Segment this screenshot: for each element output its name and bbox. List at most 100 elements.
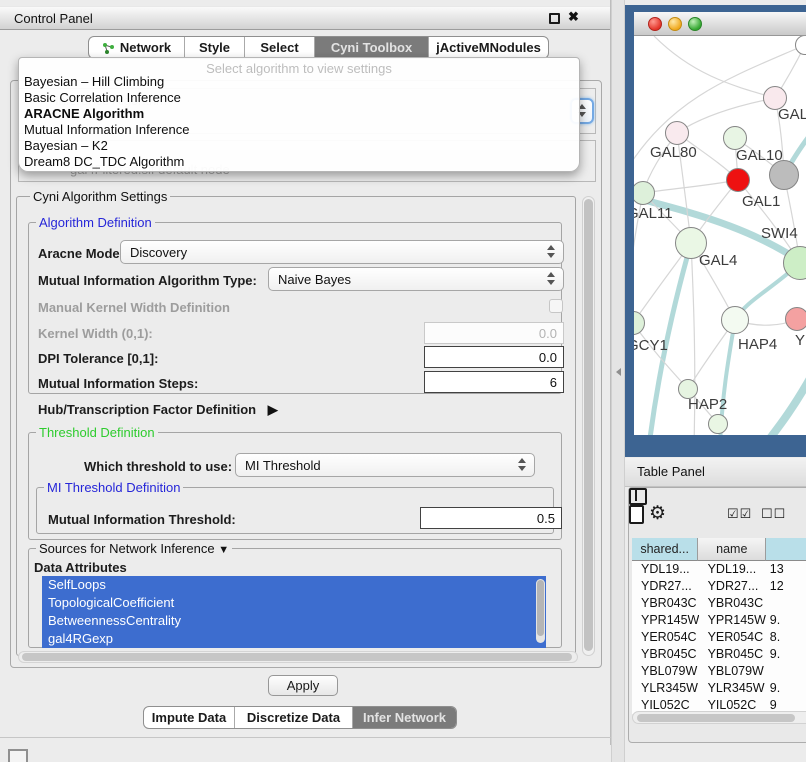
algorithm-dropdown-list: Select algorithm to view settings Bayesi… (18, 57, 580, 172)
table-horizontal-scrollbar[interactable] (632, 711, 806, 724)
table-cell[interactable]: YDL19... (699, 561, 767, 578)
attribute-item-selected[interactable]: BetweennessCentrality (42, 612, 546, 630)
network-node[interactable] (721, 306, 749, 334)
maximize-traffic-icon[interactable] (688, 17, 702, 31)
minimize-traffic-icon[interactable] (668, 17, 682, 31)
collapse-down-icon[interactable]: ▼ (218, 544, 229, 556)
table-cell[interactable]: YDL19... (632, 561, 699, 578)
table-cell[interactable]: YBR045C (632, 646, 699, 663)
close-traffic-icon[interactable] (648, 17, 662, 31)
table-cell[interactable]: YPR145W (699, 612, 767, 629)
table-row[interactable]: YBR045CYBR045C9. (632, 646, 806, 663)
dropdown-item-selected[interactable]: ARACNE Algorithm (19, 106, 579, 122)
table-cell[interactable]: YLR345W (632, 680, 699, 697)
kernel-width-field[interactable] (424, 322, 564, 344)
column-header[interactable] (766, 538, 806, 561)
table-cell[interactable]: YBR045C (699, 646, 767, 663)
table-cell[interactable]: YBL079W (699, 663, 767, 680)
corner-widget-icon[interactable] (8, 749, 28, 762)
tab-network[interactable]: Network (89, 37, 184, 58)
table-cell[interactable]: YDR27... (632, 578, 699, 595)
aracne-mode-combo[interactable]: Discovery (120, 240, 564, 264)
network-window-titlebar[interactable] (634, 12, 806, 36)
table-cell[interactable]: YBR043C (699, 595, 767, 612)
network-canvas[interactable]: GALGAL80GAL10GAL1GAL11SWI4GAL4GCY1HAP4YH… (634, 36, 806, 435)
tab-discretize-data[interactable]: Discretize Data (234, 707, 352, 728)
network-node[interactable] (769, 160, 799, 190)
hub-section-label[interactable]: Hub/Transcription Factor Definition ▶ (38, 402, 278, 418)
table-cell[interactable]: YLR345W (699, 680, 767, 697)
gear-icon[interactable]: ⚙ (649, 502, 666, 525)
table-cell[interactable] (767, 595, 806, 612)
settings-vertical-scrollbar[interactable] (582, 196, 595, 656)
network-node[interactable] (708, 414, 728, 434)
tab-cyni-toolbox[interactable]: Cyni Toolbox (314, 37, 428, 58)
mi-steps-field[interactable] (424, 371, 564, 393)
table-row[interactable]: YBL079WYBL079W (632, 663, 806, 680)
expand-right-icon[interactable]: ▶ (268, 402, 278, 417)
attribute-item-selected[interactable]: SelfLoops (42, 576, 546, 594)
table-cell[interactable]: YDR27... (699, 578, 767, 595)
tab-select[interactable]: Select (244, 37, 314, 58)
table-cell[interactable]: 9. (767, 646, 806, 663)
network-node[interactable] (726, 168, 750, 192)
table-row[interactable]: YDL19...YDL19...13 (632, 561, 806, 578)
table-cell[interactable]: 13 (767, 561, 806, 578)
table-row[interactable]: YLR345WYLR345W9. (632, 680, 806, 697)
aracne-mode-value: Discovery (121, 245, 187, 260)
float-window-icon[interactable] (549, 13, 560, 24)
network-node[interactable] (665, 121, 689, 145)
table-row[interactable]: YPR145WYPR145W9. (632, 612, 806, 629)
dpi-tolerance-field[interactable] (424, 346, 564, 368)
divider-collapse-icon[interactable] (616, 368, 621, 376)
dropdown-item[interactable]: Bayesian – Hill Climbing (19, 74, 579, 90)
dropdown-item[interactable]: Dream8 DC_TDC Algorithm (19, 154, 579, 170)
sources-group-title[interactable]: Sources for Network Inference ▼ (36, 541, 232, 556)
data-attributes-label: Data Attributes (34, 560, 127, 575)
dropdown-item[interactable]: Mutual Information Inference (19, 122, 579, 138)
table-cell[interactable]: YBL079W (632, 663, 699, 680)
which-threshold-combo[interactable]: MI Threshold (235, 453, 535, 477)
attribute-item-selected[interactable]: TopologicalCoefficient (42, 594, 546, 612)
tab-infer-network[interactable]: Infer Network (352, 707, 456, 728)
list-vertical-scrollbar[interactable] (536, 579, 545, 643)
table-cell[interactable]: 9. (767, 680, 806, 697)
table-cell[interactable]: 12 (767, 578, 806, 595)
panel-border (0, 737, 611, 738)
close-icon[interactable]: ✖ (568, 9, 579, 25)
table-cell[interactable]: 9. (767, 612, 806, 629)
tab-style[interactable]: Style (184, 37, 244, 58)
network-node[interactable] (785, 307, 806, 331)
split-columns-icon[interactable] (629, 488, 647, 505)
panel-divider[interactable] (611, 0, 625, 762)
control-panel-titlebar[interactable]: Control Panel ✖ (0, 6, 611, 30)
table-cell[interactable]: YER054C (632, 629, 699, 646)
table-cell[interactable]: YER054C (699, 629, 767, 646)
apply-button[interactable]: Apply (268, 675, 338, 696)
table-row[interactable]: YDR27...YDR27...12 (632, 578, 806, 595)
tab-label: Select (260, 40, 298, 55)
threshold-definition-title: Threshold Definition (36, 425, 158, 440)
tab-impute-data[interactable]: Impute Data (144, 707, 234, 728)
column-header[interactable]: shared... (632, 538, 698, 561)
network-node-label: SWI4 (761, 225, 798, 242)
settings-horizontal-scrollbar[interactable] (18, 651, 578, 663)
select-all-checkboxes-icon[interactable]: ☑☑ (727, 506, 752, 522)
tab-jactivemnodules[interactable]: jActiveMNodules (428, 37, 548, 58)
table-row[interactable]: YER054CYER054C8. (632, 629, 806, 646)
settings-group-title: Cyni Algorithm Settings (30, 189, 170, 204)
table-row[interactable]: YBR043CYBR043C (632, 595, 806, 612)
table-cell[interactable]: YBR043C (632, 595, 699, 612)
attribute-item-selected[interactable]: gal4RGexp (42, 630, 546, 648)
mi-threshold-field[interactable] (420, 507, 562, 529)
deselect-all-checkboxes-icon[interactable]: ☐☐ (761, 506, 786, 522)
dropdown-item[interactable]: Bayesian – K2 (19, 138, 579, 154)
mi-type-combo[interactable]: Naive Bayes (268, 267, 564, 291)
manual-kernel-checkbox[interactable] (549, 299, 563, 313)
table-cell[interactable]: YPR145W (632, 612, 699, 629)
table-cell[interactable] (767, 663, 806, 680)
table-cell[interactable]: 8. (767, 629, 806, 646)
dropdown-item[interactable]: Basic Correlation Inference (19, 90, 579, 106)
document-icon[interactable] (629, 505, 644, 524)
column-header[interactable]: name (698, 538, 766, 561)
